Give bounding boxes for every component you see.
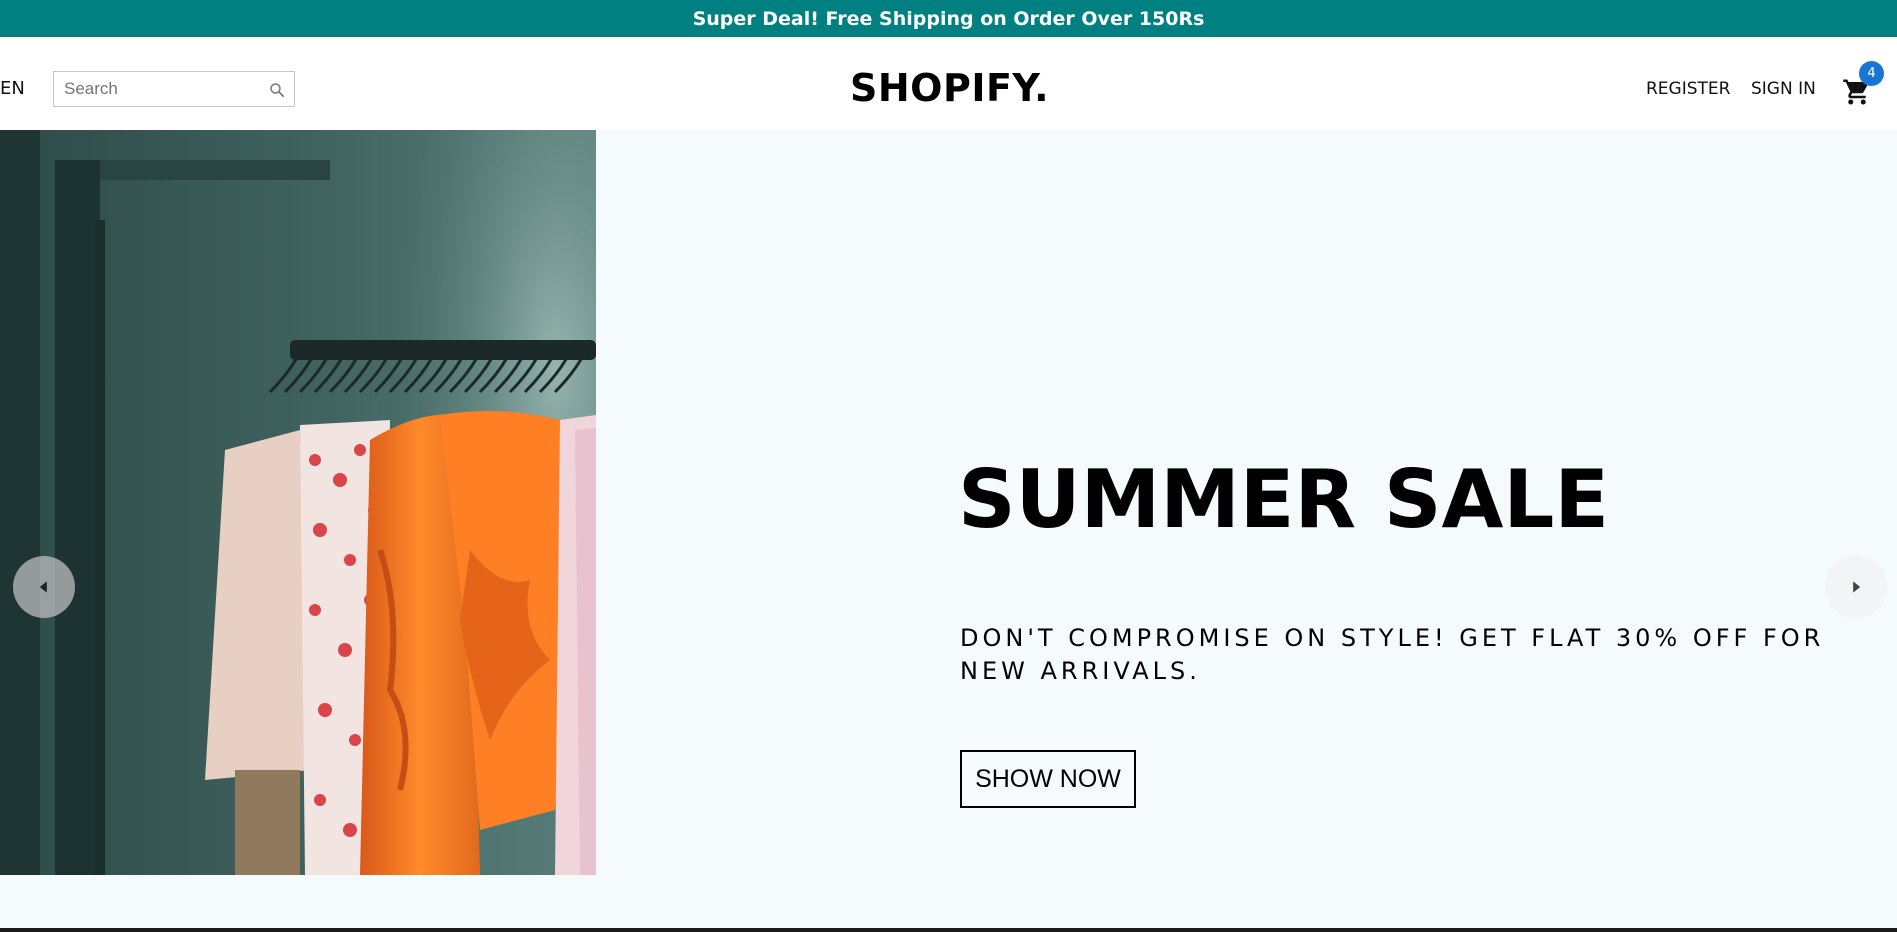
slide-description: DON'T COMPROMISE ON STYLE! GET FLAT 30% … — [960, 624, 1825, 685]
search-icon[interactable] — [268, 81, 286, 99]
slide-title: SUMMER SALE — [958, 453, 1610, 546]
slider-next-button[interactable] — [1825, 556, 1887, 618]
arrow-right-icon — [1853, 581, 1861, 593]
search-container — [53, 71, 295, 107]
signin-link[interactable]: SIGN IN — [1751, 81, 1816, 98]
language-selector[interactable]: EN — [0, 80, 25, 98]
hero-slider: SUMMER SALE DON'T COMPROMISE ON STYLE! G… — [0, 130, 1897, 875]
hero-image — [0, 130, 596, 875]
register-link[interactable]: REGISTER — [1646, 81, 1730, 98]
announcement-text: Super Deal! Free Shipping on Order Over … — [692, 7, 1205, 30]
cart-button[interactable]: 4 — [1842, 61, 1884, 107]
show-now-button[interactable]: SHOW NOW — [960, 750, 1136, 808]
bottom-divider — [0, 928, 1897, 932]
slider-prev-button[interactable] — [13, 556, 75, 618]
arrow-left-icon — [39, 581, 47, 593]
announcement-bar: Super Deal! Free Shipping on Order Over … — [0, 0, 1897, 37]
logo[interactable]: SHOPIFY. — [850, 69, 1049, 107]
search-input[interactable] — [62, 73, 266, 105]
navbar: EN SHOPIFY. REGISTER SIGN IN 4 — [0, 37, 1897, 130]
cart-count-badge: 4 — [1859, 61, 1884, 86]
